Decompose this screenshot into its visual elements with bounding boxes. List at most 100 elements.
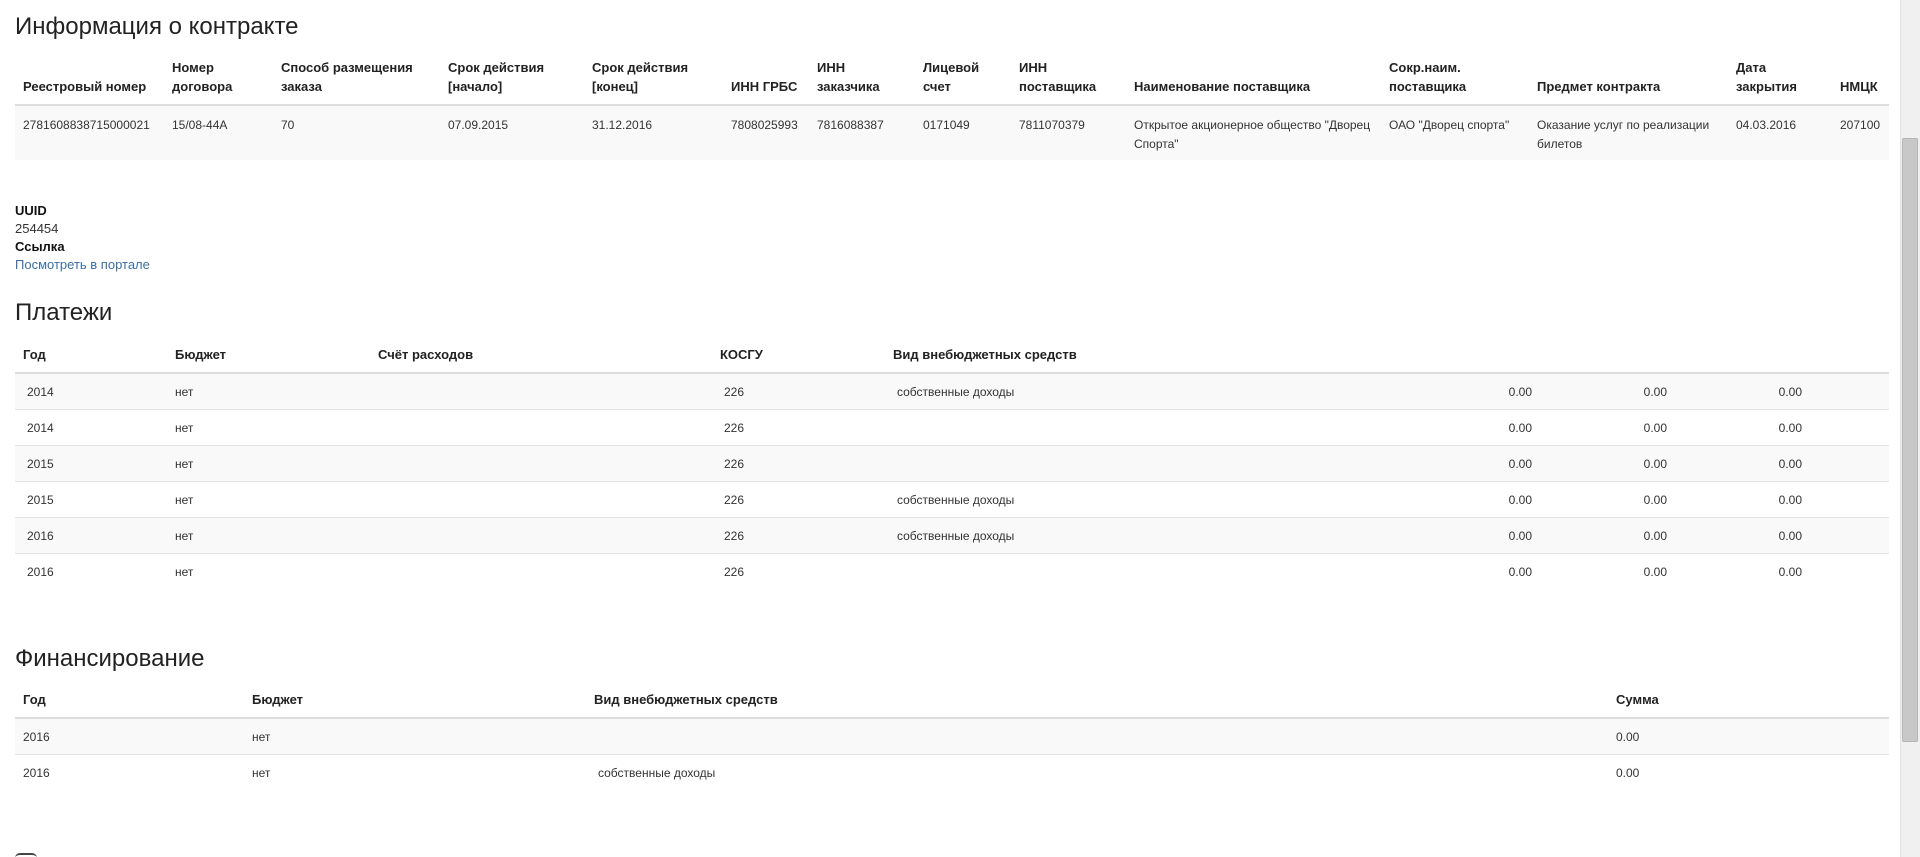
payments-cell	[370, 517, 712, 554]
financing-row: 2016 нет собственные доходы 0.00	[15, 754, 1889, 790]
contract-col-header: Реестровый номер	[15, 58, 164, 106]
payments-cell-empty	[1810, 517, 1889, 554]
contract-cell: 207100	[1832, 104, 1889, 160]
payments-cell: нет	[167, 409, 370, 446]
payments-cell: 0.00	[1675, 517, 1810, 554]
contract-col-header: Номер договора	[164, 58, 273, 106]
payments-col-header: КОСГУ	[712, 345, 885, 374]
payments-col-header: Вид внебюджетных средств	[885, 345, 1405, 374]
payments-cell: 0.00	[1405, 409, 1540, 446]
contract-col-header: Дата закрытия	[1728, 58, 1832, 106]
payments-cell: 0.00	[1405, 553, 1540, 589]
contract-cell: 7808025993	[723, 104, 809, 160]
payments-col-header-empty	[1405, 345, 1540, 374]
payments-cell	[370, 481, 712, 518]
contract-cell: 70	[273, 104, 440, 160]
contract-col-header: НМЦК	[1832, 58, 1889, 106]
financing-header-row: Год Бюджет Вид внебюджетных средств Сумма	[15, 690, 1889, 719]
financing-cell	[586, 717, 1608, 755]
financing-cell: нет	[244, 754, 586, 790]
contract-cell: ОАО "Дворец спорта"	[1381, 104, 1529, 160]
payments-cell: 2016	[15, 517, 167, 554]
payments-cell: нет	[167, 553, 370, 589]
payments-col-header: Год	[15, 345, 167, 374]
contract-col-header: Способ размещения заказа	[273, 58, 440, 106]
payments-cell: 226	[712, 372, 885, 410]
payments-cell: 0.00	[1540, 445, 1675, 482]
payments-cell: 0.00	[1540, 481, 1675, 518]
contract-cell: 15/08-44A	[164, 104, 273, 160]
contract-cell: 04.03.2016	[1728, 104, 1832, 160]
payments-cell: 226	[712, 517, 885, 554]
payments-row: 2016 нет 226 0.00 0.00 0.00	[15, 553, 1889, 589]
contract-table: Реестровый номер Номер договора Способ раз…	[15, 58, 1889, 160]
payments-cell: 2014	[15, 409, 167, 446]
contract-cell: 2781608838715000021	[15, 104, 164, 160]
financing-cell: 2016	[15, 717, 244, 755]
payments-cell-empty	[1810, 409, 1889, 446]
payments-cell: 0.00	[1675, 372, 1810, 410]
financing-cell: 0.00	[1608, 717, 1889, 755]
payments-cell	[370, 372, 712, 410]
payments-cell	[370, 409, 712, 446]
payments-cell: 0.00	[1675, 445, 1810, 482]
payments-table: Год Бюджет Счёт расходов КОСГУ Вид внебюджет…	[15, 345, 1889, 589]
scrollbar-thumb[interactable]	[1902, 138, 1918, 742]
payments-cell	[370, 553, 712, 589]
contract-col-header: Лицевой счет	[915, 58, 1011, 106]
payments-cell: 0.00	[1675, 553, 1810, 589]
contract-col-header: Сокр.наим. поставщика	[1381, 58, 1529, 106]
payments-cell: собственные доходы	[885, 481, 1405, 518]
portal-link[interactable]: Посмотреть в портале	[15, 257, 150, 272]
uuid-label: UUID	[15, 203, 47, 218]
payments-cell: 0.00	[1405, 481, 1540, 518]
payments-cell-empty	[1810, 481, 1889, 518]
payments-cell: нет	[167, 481, 370, 518]
payments-cell: 226	[712, 445, 885, 482]
uuid-value: 254454	[15, 221, 59, 236]
contract-col-header: Срок действия [конец]	[584, 58, 723, 106]
payments-cell: 2016	[15, 553, 167, 589]
payments-cell: 0.00	[1540, 409, 1675, 446]
payments-cell	[370, 445, 712, 482]
payments-cell: 0.00	[1675, 481, 1810, 518]
financing-cell: 0.00	[1608, 754, 1889, 790]
payments-col-header: Счёт расходов	[370, 345, 712, 374]
payments-cell: 0.00	[1405, 445, 1540, 482]
payments-cell: собственные доходы	[885, 517, 1405, 554]
payments-col-header-empty	[1540, 345, 1675, 374]
financing-col-header: Сумма	[1608, 690, 1889, 719]
vertical-scrollbar[interactable]	[1900, 0, 1920, 857]
financing-row: 2016 нет 0.00	[15, 717, 1889, 755]
payments-cell: 0.00	[1405, 372, 1540, 410]
contract-title: Информация о контракте	[15, 13, 299, 40]
contract-cell: 07.09.2015	[440, 104, 584, 160]
payments-cell: 2015	[15, 445, 167, 482]
contract-col-header: Наименование поставщика	[1126, 58, 1381, 106]
contract-col-header: ИНН заказчика	[809, 58, 915, 106]
contract-cell: 0171049	[915, 104, 1011, 160]
financing-cell: собственные доходы	[586, 754, 1608, 790]
payments-cell: 0.00	[1540, 517, 1675, 554]
payments-row: 2014 нет 226 собственные доходы 0.00 0.00 0.00	[15, 372, 1889, 410]
payments-cell	[885, 445, 1405, 482]
payments-cell: нет	[167, 517, 370, 554]
payments-col-header-empty	[1810, 345, 1889, 374]
payments-row: 2014 нет 226 0.00 0.00 0.00	[15, 409, 1889, 446]
payments-cell: нет	[167, 445, 370, 482]
payments-col-header: Бюджет	[167, 345, 370, 374]
financing-col-header: Вид внебюджетных средств	[586, 690, 1608, 719]
next-section-cutoff	[15, 845, 1165, 857]
payments-row: 2015 нет 226 собственные доходы 0.00 0.00 0.00	[15, 481, 1889, 518]
uuid-block: UUID 254454 Ссылка Посмотреть в портале	[15, 203, 150, 272]
contract-cell: 7811070379	[1011, 104, 1126, 160]
payments-cell: 0.00	[1675, 409, 1810, 446]
payments-cell: 0.00	[1540, 372, 1675, 410]
payments-cell: нет	[167, 372, 370, 410]
payments-cell	[885, 553, 1405, 589]
contract-cell: 7816088387	[809, 104, 915, 160]
payments-col-header-empty	[1675, 345, 1810, 374]
contract-col-header: ИНН поставщика	[1011, 58, 1126, 106]
payments-cell: 2014	[15, 372, 167, 410]
financing-table: Год Бюджет Вид внебюджетных средств Сумма 2…	[15, 690, 1889, 790]
